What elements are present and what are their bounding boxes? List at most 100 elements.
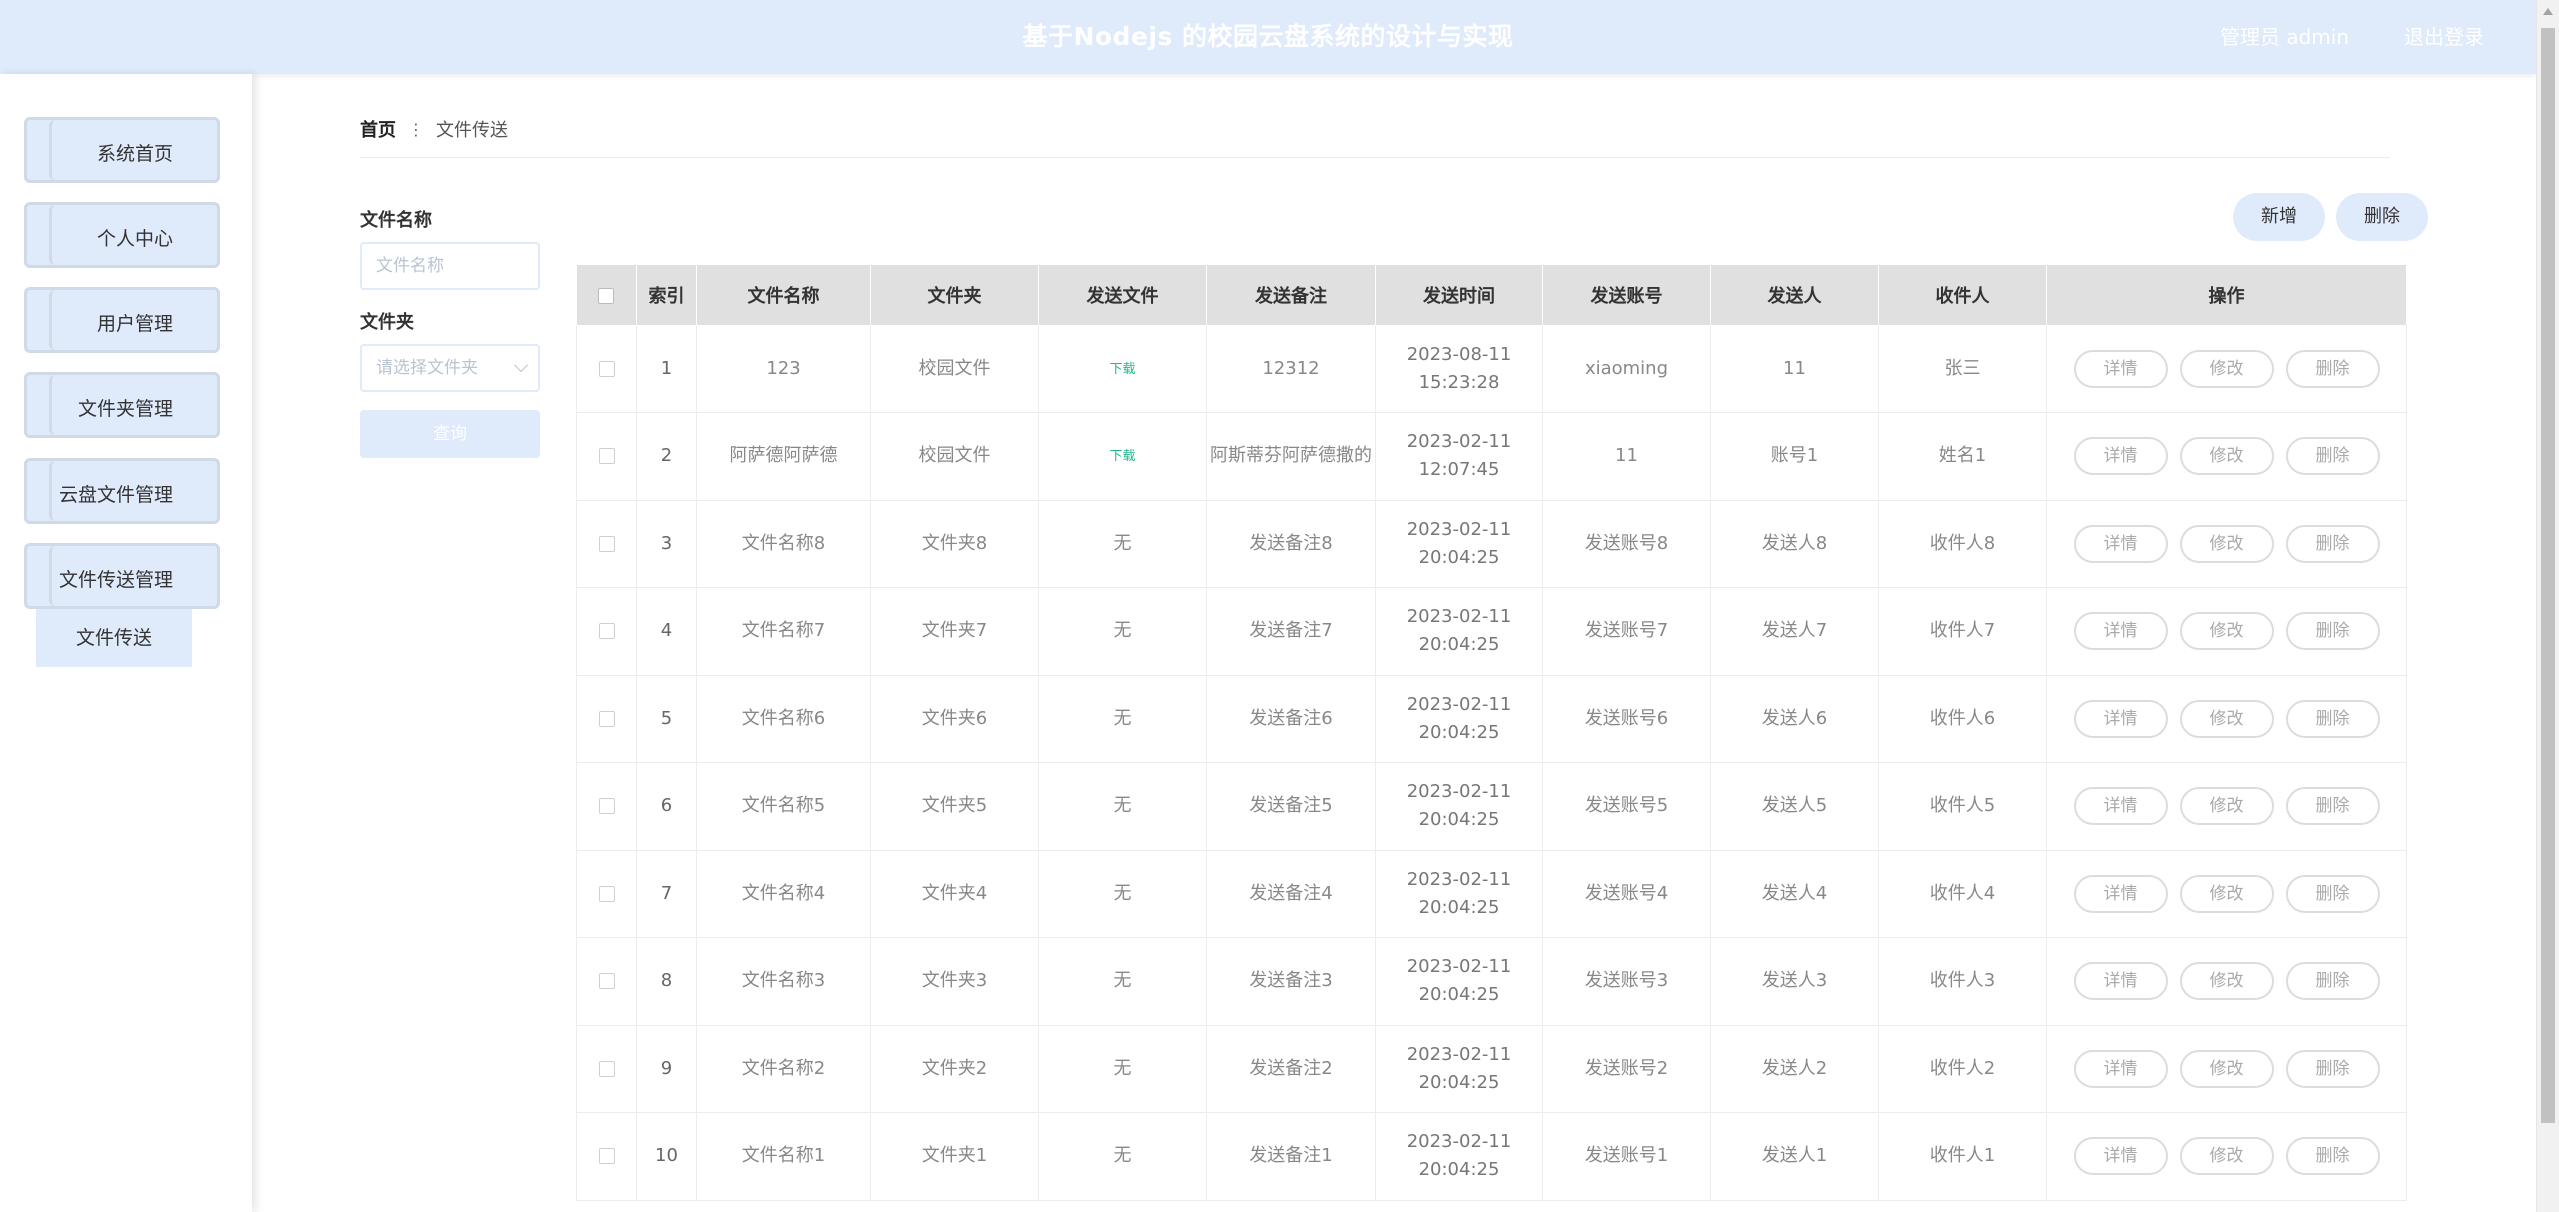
cell-actions: 详情 修改 删除 bbox=[2046, 412, 2407, 501]
cell-actions: 详情 修改 删除 bbox=[2046, 937, 2407, 1026]
sidebar-item-users[interactable]: 用户管理 bbox=[24, 287, 220, 353]
vertical-scrollbar[interactable] bbox=[2536, 0, 2559, 1212]
edit-button[interactable]: 修改 bbox=[2179, 524, 2274, 563]
cell-time: 2023-02-11 20:04:25 bbox=[1375, 937, 1543, 1026]
row-select-cell bbox=[576, 587, 637, 676]
cell-sender: 11 bbox=[1710, 325, 1879, 413]
row-checkbox[interactable] bbox=[598, 623, 615, 640]
scrollbar-thumb[interactable] bbox=[2541, 28, 2555, 1123]
detail-button[interactable]: 详情 bbox=[2073, 612, 2168, 651]
logout-link[interactable]: 退出登录 bbox=[2404, 0, 2484, 74]
delete-button[interactable]: 删除 bbox=[2285, 787, 2380, 826]
batch-delete-button[interactable]: 删除 bbox=[2336, 193, 2428, 241]
edit-button[interactable]: 修改 bbox=[2179, 1049, 2274, 1088]
cell-receiver: 姓名1 bbox=[1878, 412, 2047, 501]
cell-sender: 发送人8 bbox=[1710, 500, 1879, 588]
detail-button[interactable]: 详情 bbox=[2073, 874, 2168, 913]
divider bbox=[360, 157, 2390, 158]
sidebar-item-file-transfer[interactable]: 文件传送管理 bbox=[24, 543, 220, 609]
delete-button[interactable]: 删除 bbox=[2285, 524, 2380, 563]
delete-button[interactable]: 删除 bbox=[2285, 349, 2380, 388]
row-actions: 详情 修改 删除 bbox=[2047, 349, 2406, 388]
delete-button[interactable]: 删除 bbox=[2285, 437, 2380, 476]
download-link[interactable]: 下载 bbox=[1109, 449, 1135, 464]
cell-actions: 详情 修改 删除 bbox=[2046, 587, 2407, 676]
delete-button[interactable]: 删除 bbox=[2285, 1137, 2380, 1176]
detail-button[interactable]: 详情 bbox=[2073, 437, 2168, 476]
col-header-actions: 操作 bbox=[2046, 265, 2407, 325]
query-button[interactable]: 查询 bbox=[360, 410, 540, 458]
row-select-cell bbox=[576, 500, 637, 588]
cell-receiver: 张三 bbox=[1878, 325, 2047, 413]
cell-note: 12312 bbox=[1206, 325, 1376, 413]
row-checkbox[interactable] bbox=[598, 360, 615, 377]
row-actions: 详情 修改 删除 bbox=[2047, 612, 2406, 651]
edit-button[interactable]: 修改 bbox=[2179, 612, 2274, 651]
breadcrumb: 首页 ⋮ 文件传送 bbox=[360, 116, 508, 142]
delete-button[interactable]: 删除 bbox=[2285, 699, 2380, 738]
detail-button[interactable]: 详情 bbox=[2073, 1049, 2168, 1088]
filename-input[interactable]: 文件名称 bbox=[360, 242, 540, 290]
cell-filename: 阿萨德阿萨德 bbox=[696, 412, 871, 501]
breadcrumb-home[interactable]: 首页 bbox=[360, 116, 396, 142]
add-button[interactable]: 新增 bbox=[2233, 193, 2325, 241]
cell-send-file: 无 bbox=[1038, 675, 1207, 763]
table-row: 5 文件名称6 文件夹6 无发送备注6 2023-02-11 20:04:25 发送账号6… bbox=[576, 675, 2407, 763]
edit-button[interactable]: 修改 bbox=[2179, 699, 2274, 738]
cell-folder: 文件夹4 bbox=[870, 850, 1039, 938]
cell-sender: 发送人2 bbox=[1710, 1025, 1879, 1113]
row-checkbox[interactable] bbox=[598, 535, 615, 552]
edit-button[interactable]: 修改 bbox=[2179, 962, 2274, 1001]
cell-account: 11 bbox=[1542, 412, 1711, 501]
cell-folder: 文件夹8 bbox=[870, 500, 1039, 588]
delete-button[interactable]: 删除 bbox=[2285, 962, 2380, 1001]
sidebar-item-home[interactable]: 系统首页 bbox=[24, 117, 220, 183]
table-row: 4 文件名称7 文件夹7 无发送备注7 2023-02-11 20:04:25 发送账号7… bbox=[576, 587, 2407, 676]
detail-button[interactable]: 详情 bbox=[2073, 787, 2168, 826]
delete-button[interactable]: 删除 bbox=[2285, 612, 2380, 651]
row-select-cell bbox=[576, 1112, 637, 1201]
sidebar-item-label: 用户管理 bbox=[96, 313, 173, 335]
detail-button[interactable]: 详情 bbox=[2073, 1137, 2168, 1176]
detail-button[interactable]: 详情 bbox=[2073, 349, 2168, 388]
file-transfer-table: 索引 文件名称 文件夹 发送文件 发送备注 发送时间 发送账号 发送人 收件人 … bbox=[576, 265, 2407, 1201]
row-checkbox[interactable] bbox=[598, 1060, 615, 1077]
cell-filename: 文件名称5 bbox=[696, 762, 871, 851]
edit-button[interactable]: 修改 bbox=[2179, 1137, 2274, 1176]
detail-button[interactable]: 详情 bbox=[2073, 962, 2168, 1001]
row-checkbox[interactable] bbox=[598, 710, 615, 727]
edit-button[interactable]: 修改 bbox=[2179, 874, 2274, 913]
row-checkbox[interactable] bbox=[598, 885, 615, 902]
row-checkbox[interactable] bbox=[598, 798, 615, 815]
row-actions: 详情 修改 删除 bbox=[2047, 962, 2406, 1001]
scroll-up-arrow-icon[interactable] bbox=[2543, 8, 2553, 15]
cell-receiver: 收件人6 bbox=[1878, 675, 2047, 763]
row-checkbox[interactable] bbox=[598, 973, 615, 990]
table-row: 9 文件名称2 文件夹2 无发送备注2 2023-02-11 20:04:25 发送账号2… bbox=[576, 1025, 2407, 1113]
cell-time: 2023-02-11 20:04:25 bbox=[1375, 675, 1543, 763]
edit-button[interactable]: 修改 bbox=[2179, 787, 2274, 826]
select-all-checkbox[interactable] bbox=[598, 287, 615, 304]
delete-button[interactable]: 删除 bbox=[2285, 1049, 2380, 1088]
download-link[interactable]: 下载 bbox=[1109, 362, 1135, 377]
detail-button[interactable]: 详情 bbox=[2073, 699, 2168, 738]
table-row: 8 文件名称3 文件夹3 无发送备注3 2023-02-11 20:04:25 发送账号3… bbox=[576, 937, 2407, 1026]
sidebar-item-profile[interactable]: 个人中心 bbox=[24, 202, 220, 268]
cell-filename: 文件名称6 bbox=[696, 675, 871, 763]
sidebar-item-cloud-files[interactable]: 云盘文件管理 bbox=[24, 458, 220, 524]
cell-sender: 账号1 bbox=[1710, 412, 1879, 501]
cell-index: 2 bbox=[636, 412, 697, 501]
sidebar-item-folders[interactable]: 文件夹管理 bbox=[24, 372, 220, 438]
edit-button[interactable]: 修改 bbox=[2179, 437, 2274, 476]
edit-button[interactable]: 修改 bbox=[2179, 349, 2274, 388]
cell-receiver: 收件人2 bbox=[1878, 1025, 2047, 1113]
detail-button[interactable]: 详情 bbox=[2073, 524, 2168, 563]
folder-select-placeholder: 请选择文件夹 bbox=[376, 358, 478, 378]
cell-account: 发送账号1 bbox=[1542, 1112, 1711, 1201]
delete-button[interactable]: 删除 bbox=[2285, 874, 2380, 913]
submenu-item-file-transfer[interactable]: 文件传送 bbox=[36, 609, 192, 667]
col-header-send-file: 发送文件 bbox=[1038, 265, 1207, 325]
folder-select[interactable]: 请选择文件夹 bbox=[360, 344, 540, 392]
row-checkbox[interactable] bbox=[598, 448, 615, 465]
row-checkbox[interactable] bbox=[598, 1148, 615, 1165]
